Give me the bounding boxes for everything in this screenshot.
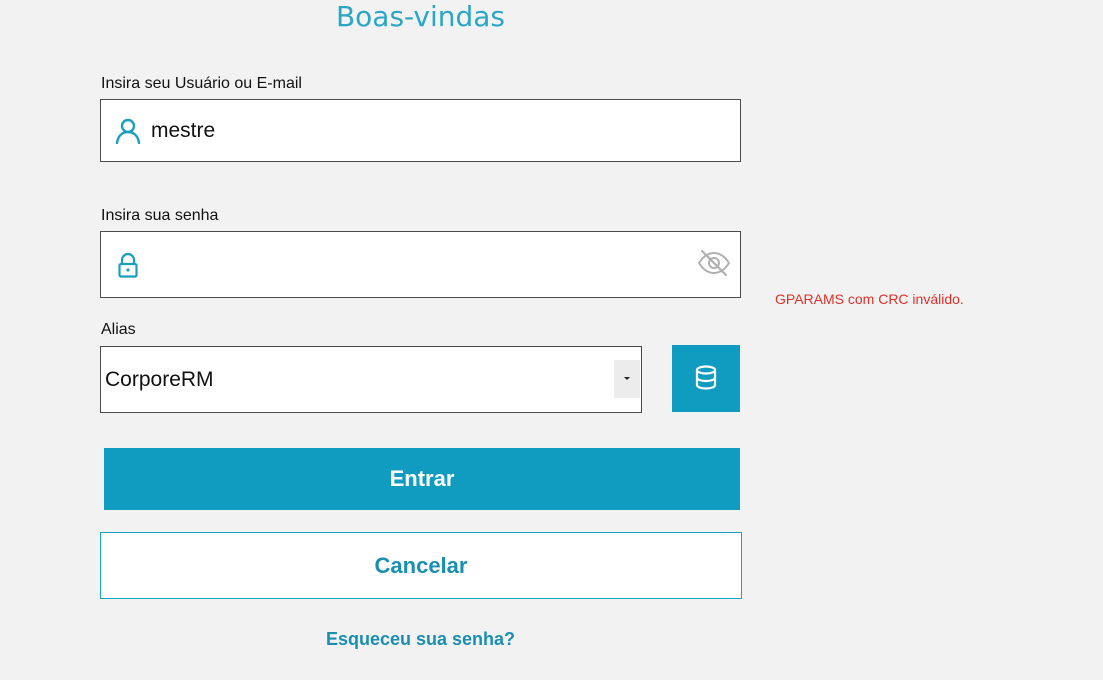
cancel-button[interactable]: Cancelar — [100, 532, 742, 599]
alias-selected-value: CorporeRM — [105, 368, 214, 391]
database-button[interactable] — [672, 345, 740, 412]
page-title: Boas-vindas — [335, 0, 506, 33]
error-message: GPARAMS com CRC inválido. — [775, 291, 964, 307]
password-field[interactable] — [100, 231, 741, 298]
username-value: mestre — [151, 119, 216, 142]
login-button[interactable]: Entrar — [104, 448, 740, 510]
alias-select[interactable]: CorporeRM — [100, 346, 642, 413]
lock-icon — [115, 252, 141, 278]
forgot-password-link[interactable]: Esqueceu sua senha? — [0, 628, 841, 650]
username-field[interactable]: mestre — [100, 99, 741, 162]
dropdown-arrow-icon[interactable] — [614, 360, 640, 398]
database-icon — [695, 365, 717, 390]
eye-off-icon[interactable] — [696, 248, 732, 278]
password-label: Insira sua senha — [101, 207, 219, 224]
user-icon — [115, 118, 141, 145]
username-label: Insira seu Usuário ou E-mail — [101, 75, 302, 92]
alias-label: Alias — [101, 321, 136, 338]
